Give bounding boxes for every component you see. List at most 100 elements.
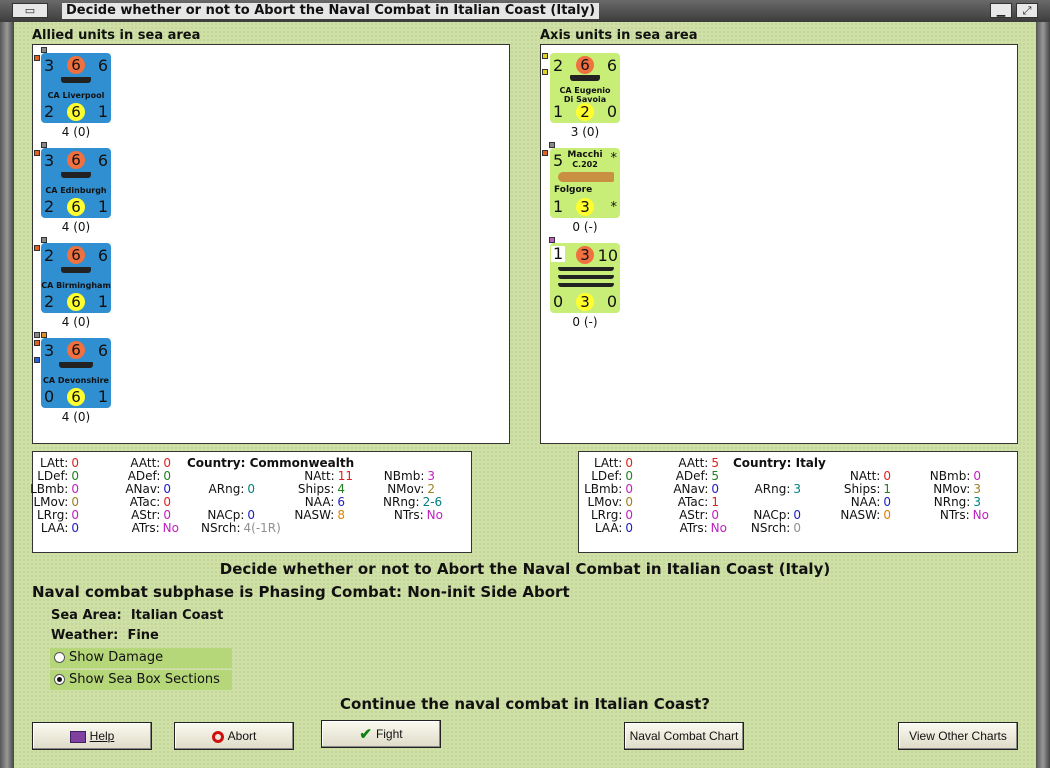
counter-value: 6 xyxy=(67,198,85,216)
unit-marker xyxy=(34,340,40,346)
maximize-icon[interactable]: ⤢ xyxy=(1016,3,1038,18)
stat-value: 0 xyxy=(163,469,171,483)
show-damage-option[interactable]: Show Damage xyxy=(50,648,232,668)
restore-icon[interactable]: ▭ xyxy=(12,3,48,18)
counter-value: 6 xyxy=(67,103,85,121)
unit-counter[interactable]: 3 6 6 CA Liverpool 2 6 1 xyxy=(41,53,111,123)
radio-icon[interactable] xyxy=(54,652,65,663)
stat-value: 0 xyxy=(625,495,633,509)
stat-naa: NAA: 6 xyxy=(304,495,345,509)
stat-value: 3 xyxy=(973,495,981,509)
stat-nbmb: NBmb: 3 xyxy=(383,469,435,483)
stat-value: 0 xyxy=(71,521,79,535)
stat-value: 0 xyxy=(71,495,79,509)
unit-counter[interactable]: 3 6 6 CA Devonshire 0 6 1 xyxy=(41,338,111,408)
fight-label: Fight xyxy=(375,727,403,741)
weather-field: Weather: Fine xyxy=(51,628,159,643)
allied-label: Allied units in sea area xyxy=(32,28,201,43)
stat-value: 0 xyxy=(71,482,79,496)
counter-value: 3 xyxy=(576,198,594,216)
show-sea-box-option[interactable]: Show Sea Box Sections xyxy=(50,670,232,690)
ship-icon xyxy=(558,267,614,271)
view-other-charts-button[interactable]: View Other Charts xyxy=(898,722,1018,750)
radio-icon[interactable] xyxy=(54,674,65,685)
counter-value: 2 xyxy=(44,292,55,311)
country-field: Country: Italy xyxy=(733,456,826,470)
allied-stats: LAtt: 0 LDef: 0 LBmb: 0 LMov: 0 LRrg: 0 LAA: 0… xyxy=(30,451,472,553)
stat-nbmb: NBmb: 0 xyxy=(929,469,981,483)
stat-naa: NAA: 0 xyxy=(850,495,891,509)
counter-value: 1 xyxy=(97,292,108,311)
unit-counter[interactable]: 2 6 6 CA Eugenio Di Savoia 1 2 0 xyxy=(550,53,620,123)
country-label: Country: xyxy=(187,456,246,470)
counter-value: 0 xyxy=(606,292,617,311)
stat-value: 0 xyxy=(163,456,171,470)
stat-value: 0 xyxy=(711,482,719,496)
country-value: Commonwealth xyxy=(249,456,355,470)
sea-area-field: Sea Area: Italian Coast xyxy=(51,608,223,623)
stat-laa: LAA: 0 xyxy=(594,521,633,535)
stat-adef: ADef: 5 xyxy=(675,469,719,483)
unit-name: Folgore xyxy=(554,185,593,195)
fight-button[interactable]: ✔ Fight xyxy=(321,720,441,748)
stat-arng: ARng: 0 xyxy=(208,482,255,496)
stat-value: 0 xyxy=(71,469,79,483)
counter-value: 2 xyxy=(576,103,594,121)
unit-name: CA Edinburgh xyxy=(45,186,107,195)
axis-label: Axis units in sea area xyxy=(540,28,698,43)
stat-latt: LAtt: 0 xyxy=(39,456,79,470)
unit-name: Macchi xyxy=(567,150,603,160)
subphase-text: Naval combat subphase is Phasing Combat:… xyxy=(32,583,570,601)
stat-ships: Ships: 4 xyxy=(297,482,345,496)
ship-icon xyxy=(558,275,614,279)
counter-value: 2 xyxy=(44,102,55,121)
stat-value: 0 xyxy=(883,469,891,483)
unit-strength: 4 (0) xyxy=(61,410,91,424)
other-charts-label: View Other Charts xyxy=(909,729,1007,743)
stat-adef: ADef: 0 xyxy=(127,469,171,483)
counter-value: 6 xyxy=(67,246,85,264)
counter-value: 1 xyxy=(553,102,564,121)
counter-value: 3 xyxy=(44,341,55,360)
stat-ldef: LDef: 0 xyxy=(591,469,633,483)
unit-name: C.202 xyxy=(572,160,598,169)
help-button[interactable]: Help xyxy=(32,722,152,750)
sea-area-value: Italian Coast xyxy=(130,608,224,623)
stat-value: 2-6 xyxy=(422,495,443,509)
stat-ldef: LDef: 0 xyxy=(37,469,79,483)
stat-value: 6 xyxy=(337,495,345,509)
minimize-icon[interactable]: ▁ xyxy=(990,3,1012,18)
unit-marker xyxy=(34,55,40,61)
unit-name: CA Liverpool xyxy=(47,91,105,100)
stat-astr: AStr: 0 xyxy=(679,508,719,522)
ship-icon xyxy=(558,283,614,287)
stat-atrs: ATrs: No xyxy=(679,521,727,535)
dialog-body: Allied units in sea area 3 6 6 CA Liverp… xyxy=(14,22,1036,768)
counter-value: 2 xyxy=(44,197,55,216)
unit-counter[interactable]: 5 Macchi C.202 * Folgore 1 3 * xyxy=(550,148,620,218)
unit-marker xyxy=(34,332,40,338)
stat-nsrch: NSrch: 0 xyxy=(750,521,801,535)
abort-button[interactable]: Abort xyxy=(174,722,294,750)
counter-value: 3 xyxy=(576,246,594,264)
question-text: Continue the naval combat in Italian Coa… xyxy=(340,695,710,713)
naval-combat-chart-button[interactable]: Naval Combat Chart xyxy=(624,722,744,750)
stat-value: 0 xyxy=(163,482,171,496)
stat-value: No xyxy=(426,508,443,522)
stat-value: 11 xyxy=(337,469,353,483)
window-title: Decide whether or not to Abort the Naval… xyxy=(62,3,600,19)
ship-icon xyxy=(570,75,600,81)
stat-value: 1 xyxy=(883,482,891,496)
stat-atrs: ATrs: No xyxy=(131,521,179,535)
unit-marker xyxy=(542,69,548,75)
stat-value: 4(-1R) xyxy=(243,521,281,535)
stat-nasw: NASW: 8 xyxy=(294,508,345,522)
unit-strength: 4 (0) xyxy=(61,125,91,139)
unit-counter[interactable]: 3 6 6 CA Edinburgh 2 6 1 xyxy=(41,148,111,218)
stat-natt: NAtt: 11 xyxy=(304,469,353,483)
stat-value: 0 xyxy=(163,508,171,522)
stat-value: 0 xyxy=(793,508,801,522)
unit-counter[interactable]: 2 6 6 CA Birmingham 2 6 1 xyxy=(41,243,111,313)
unit-counter[interactable]: 1 3 10 0 3 0 xyxy=(550,243,620,313)
stat-value: 0 xyxy=(247,508,255,522)
